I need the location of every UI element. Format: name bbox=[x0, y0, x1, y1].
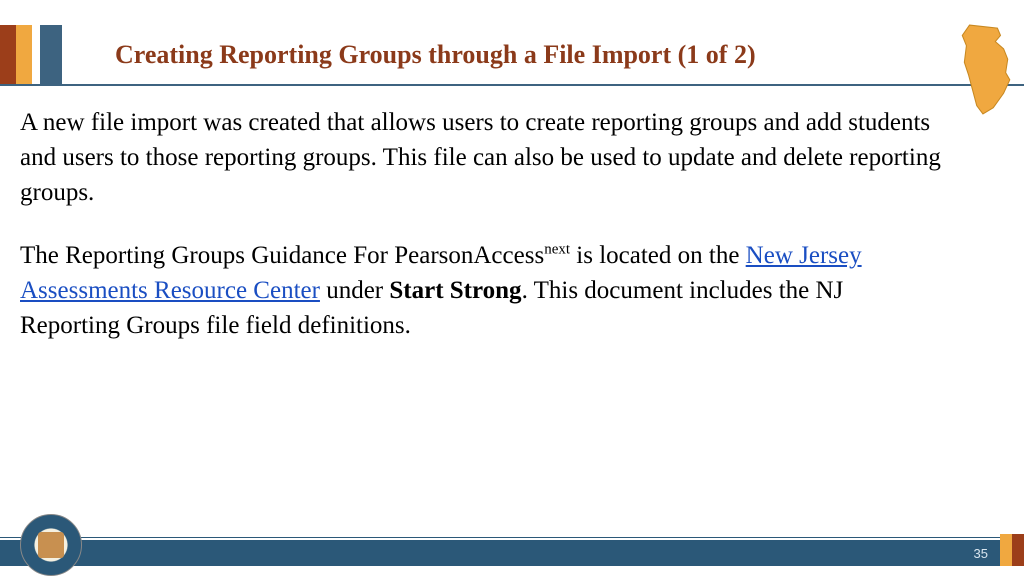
footer-right-bars bbox=[1000, 534, 1024, 566]
p2-under: under bbox=[320, 277, 389, 304]
fbar-brown bbox=[1012, 534, 1024, 566]
slide-title: Creating Reporting Groups through a File… bbox=[115, 40, 756, 70]
page-number: 35 bbox=[974, 546, 988, 561]
header-color-bars bbox=[0, 25, 62, 85]
bar-white bbox=[32, 25, 40, 85]
p2-bold: Start Strong bbox=[389, 277, 521, 304]
footer-line-thin bbox=[0, 537, 1024, 538]
nj-state-seal-icon bbox=[20, 514, 82, 576]
p2-superscript: next bbox=[544, 242, 570, 258]
p2-prefix: The Reporting Groups Guidance For Pearso… bbox=[20, 242, 544, 269]
content-area: A new file import was created that allow… bbox=[20, 105, 944, 371]
title-underline bbox=[0, 84, 1024, 86]
footer: 35 bbox=[0, 531, 1024, 576]
bar-blue bbox=[40, 25, 62, 85]
paragraph-1: A new file import was created that allow… bbox=[20, 105, 944, 210]
fbar-orange bbox=[1000, 534, 1012, 566]
footer-band bbox=[0, 542, 1024, 566]
seal-inner bbox=[38, 532, 64, 558]
paragraph-2: The Reporting Groups Guidance For Pearso… bbox=[20, 238, 944, 343]
p2-mid: is located on the bbox=[570, 242, 746, 269]
bar-brown bbox=[0, 25, 16, 85]
bar-orange bbox=[16, 25, 32, 85]
new-jersey-icon bbox=[954, 22, 1016, 117]
